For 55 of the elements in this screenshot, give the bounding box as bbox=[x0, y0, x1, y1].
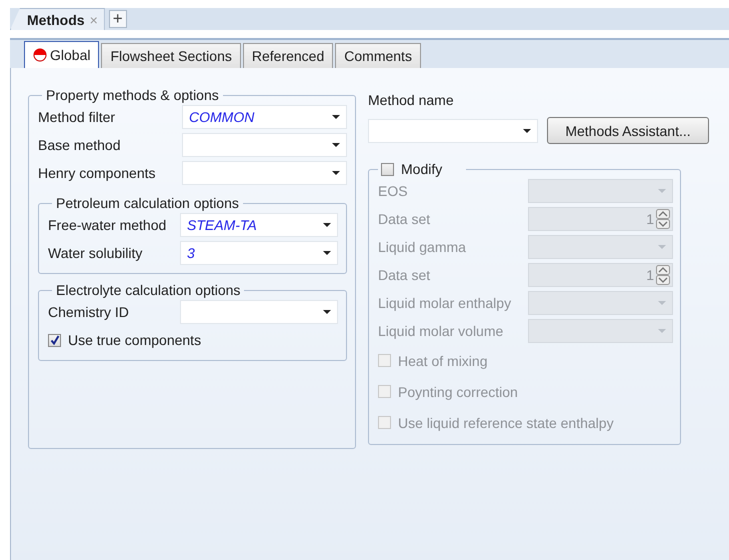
group-title: Electrolyte calculation options bbox=[55, 282, 242, 298]
field-label: Liquid molar enthalpy bbox=[378, 295, 512, 311]
field-label: Chemistry ID bbox=[48, 304, 130, 320]
caret-icon bbox=[323, 223, 331, 227]
spin-arrows-icon[interactable] bbox=[656, 265, 670, 285]
field-label: Data set bbox=[378, 211, 432, 227]
caret-icon bbox=[658, 329, 666, 333]
group-title: Property methods & options bbox=[45, 87, 220, 103]
checkbox-label: Use true components bbox=[68, 332, 202, 348]
spin-arrows-icon[interactable] bbox=[656, 209, 670, 229]
status-icon bbox=[33, 48, 47, 62]
dropdown[interactable] bbox=[180, 300, 338, 324]
new-tab-button[interactable]: + bbox=[108, 10, 127, 28]
caret-icon bbox=[658, 189, 666, 193]
caret-icon bbox=[323, 310, 331, 314]
caret-icon bbox=[332, 171, 340, 175]
field-label: Water solubility bbox=[48, 245, 144, 261]
checkbox[interactable] bbox=[48, 334, 61, 346]
field-label: EOS bbox=[378, 183, 409, 199]
field-label: Liquid molar volume bbox=[378, 323, 504, 339]
field-label: Free-water method bbox=[48, 217, 168, 233]
dropdown[interactable] bbox=[528, 319, 673, 343]
field-label: Henry components bbox=[38, 165, 157, 181]
dropdown[interactable] bbox=[368, 118, 538, 142]
dropdown[interactable] bbox=[182, 133, 347, 157]
group-title: Petroleum calculation options bbox=[55, 195, 240, 211]
tab[interactable]: Comments bbox=[335, 43, 421, 68]
checkbox-label: Poynting correction bbox=[398, 384, 518, 400]
field-label: Base method bbox=[38, 137, 122, 153]
checkbox-label: Use liquid reference state enthalpy bbox=[398, 414, 614, 430]
caret-icon bbox=[658, 301, 666, 305]
dropdown[interactable]: COMMON bbox=[182, 105, 347, 129]
tab[interactable]: Global bbox=[24, 41, 100, 68]
dropdown[interactable] bbox=[528, 291, 673, 315]
field-label: Method filter bbox=[38, 109, 116, 125]
dropdown[interactable]: 3 bbox=[180, 241, 338, 265]
dropdown[interactable]: STEAM-TA bbox=[180, 213, 338, 237]
caret-icon bbox=[332, 115, 340, 119]
checkbox-label: Heat of mixing bbox=[398, 352, 488, 368]
checkbox-label: Modify bbox=[401, 161, 442, 177]
checkbox[interactable] bbox=[381, 162, 394, 176]
dropdown[interactable] bbox=[182, 161, 347, 185]
document-tab[interactable]: Methods × bbox=[10, 8, 105, 30]
caret-icon bbox=[658, 245, 666, 249]
dropdown[interactable] bbox=[528, 235, 673, 259]
caret-icon bbox=[332, 143, 340, 147]
field-label: Data set bbox=[378, 267, 432, 283]
dropdown[interactable] bbox=[528, 179, 673, 203]
tab[interactable]: Flowsheet Sections bbox=[101, 43, 241, 68]
caret-icon bbox=[323, 251, 331, 255]
methods-assistant-button[interactable]: Methods Assistant... bbox=[547, 117, 709, 144]
caret-icon bbox=[523, 128, 531, 132]
tab[interactable]: Referenced bbox=[242, 43, 334, 68]
field-label: Method name bbox=[368, 92, 455, 108]
field-label: Liquid gamma bbox=[378, 239, 467, 255]
